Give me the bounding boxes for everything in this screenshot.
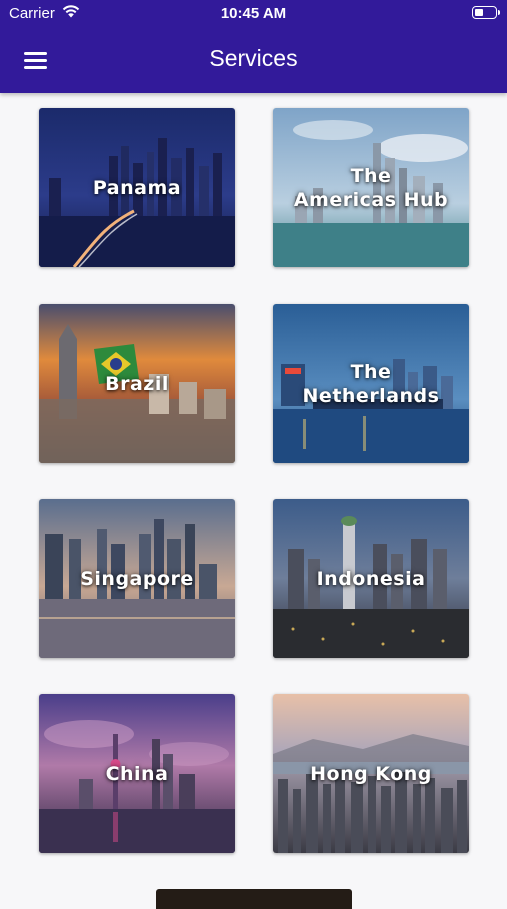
service-card-singapore[interactable]: Singapore xyxy=(39,499,235,658)
service-card-indonesia[interactable]: Indonesia xyxy=(273,499,469,658)
service-label: Indonesia xyxy=(316,567,426,590)
battery-level xyxy=(475,9,483,16)
service-label: Brazil xyxy=(105,372,169,395)
service-card-hong-kong[interactable]: Hong Kong xyxy=(273,694,469,853)
service-card-panama[interactable]: Panama xyxy=(39,108,235,267)
service-card-netherlands[interactable]: The Netherlands xyxy=(273,304,469,463)
service-label: Singapore xyxy=(80,567,194,590)
app-header: Carrier 10:45 AM Services xyxy=(0,0,507,93)
status-bar: Carrier 10:45 AM xyxy=(0,0,507,28)
next-service-card-partial[interactable] xyxy=(156,889,352,909)
service-label: Panama xyxy=(92,176,182,199)
service-label: The Netherlands xyxy=(302,360,440,407)
service-card-china[interactable]: China xyxy=(39,694,235,853)
status-time: 10:45 AM xyxy=(220,5,287,22)
battery-icon xyxy=(472,6,500,19)
service-label: China xyxy=(105,762,169,785)
service-label: Hong Kong xyxy=(310,762,432,785)
nav-bar: Services xyxy=(0,28,507,93)
service-card-americas-hub[interactable]: The Americas Hub xyxy=(273,108,469,267)
service-label: The Americas Hub xyxy=(293,164,449,211)
service-card-brazil[interactable]: Brazil xyxy=(39,304,235,463)
page-title: Services xyxy=(209,45,298,71)
